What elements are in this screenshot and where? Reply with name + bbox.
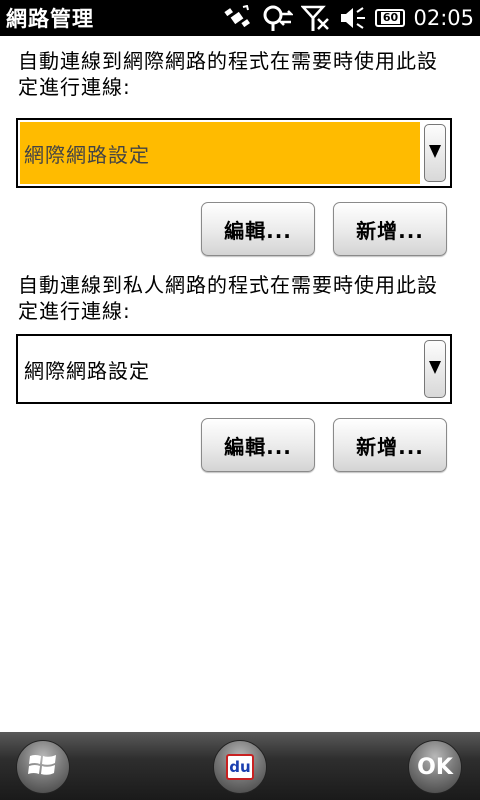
- private-new-button[interactable]: 新增...: [333, 418, 447, 472]
- private-settings-dropdown[interactable]: 網際網路設定: [16, 334, 452, 404]
- internet-new-button[interactable]: 新增...: [333, 202, 447, 256]
- private-edit-button[interactable]: 編輯...: [201, 418, 315, 472]
- app-button[interactable]: du: [213, 740, 267, 794]
- title-bar: 網路管理 60 02:05: [0, 0, 480, 36]
- start-button[interactable]: [16, 740, 70, 794]
- battery-label: 60: [380, 11, 401, 24]
- gps-sync-icon: [261, 4, 294, 32]
- du-app-icon: du: [226, 754, 254, 780]
- internet-settings-dropdown[interactable]: 網際網路設定: [16, 118, 452, 188]
- ok-button[interactable]: OK: [408, 740, 462, 794]
- status-icons[interactable]: 60 02:05: [223, 0, 480, 36]
- triangle-down-icon: [429, 359, 441, 379]
- clock: 02:05: [413, 6, 474, 30]
- triangle-down-icon: [429, 143, 441, 163]
- satellite-icon: [223, 5, 253, 31]
- ok-label: OK: [417, 754, 453, 780]
- battery-icon: 60: [375, 9, 406, 27]
- windows-logo-icon: [28, 751, 58, 783]
- internet-section-label: 自動連線到網際網路的程式在需要時使用此設定進行連線:: [18, 49, 438, 99]
- private-dropdown-value: 網際網路設定: [24, 358, 150, 383]
- soft-key-bar: du OK: [0, 732, 480, 800]
- dropdown-arrow-button[interactable]: [424, 124, 446, 182]
- dropdown-arrow-button[interactable]: [424, 340, 446, 398]
- internet-edit-button[interactable]: 編輯...: [201, 202, 315, 256]
- app-title: 網路管理: [6, 7, 94, 31]
- private-section-label: 自動連線到私人網路的程式在需要時使用此設定進行連線:: [18, 273, 438, 323]
- volume-icon: [339, 5, 367, 31]
- internet-dropdown-value: 網際網路設定: [20, 122, 420, 184]
- no-signal-icon: [301, 4, 331, 32]
